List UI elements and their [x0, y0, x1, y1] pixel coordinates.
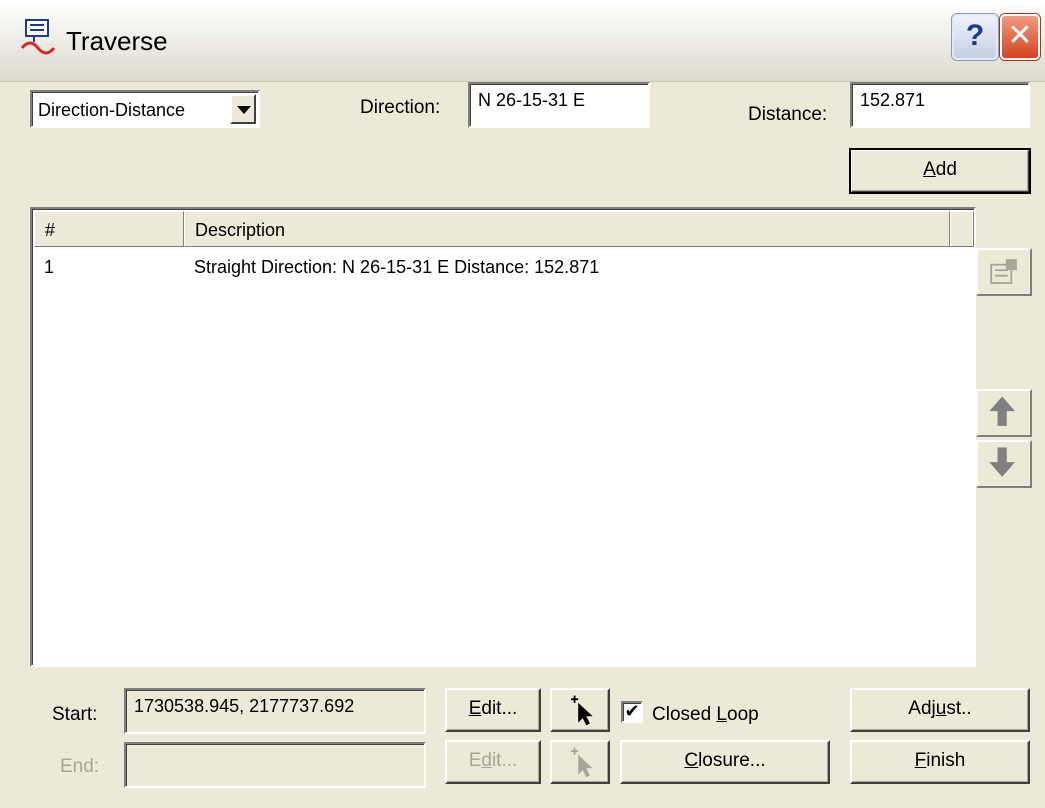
direction-input[interactable]: N 26-15-31 E — [468, 82, 650, 128]
pick-cursor-icon — [571, 695, 593, 726]
help-button[interactable]: ? — [952, 14, 998, 60]
traverse-app-icon — [20, 19, 56, 55]
edit-start-button[interactable]: Edit... — [445, 688, 541, 732]
arrow-up-icon — [989, 396, 1015, 426]
start-coordinates-field: 1730538.945, 2177737.692 — [124, 688, 426, 734]
closed-loop-label[interactable]: Closed Loop — [652, 704, 759, 726]
window-title: Traverse — [66, 26, 168, 56]
closed-loop-checkbox[interactable]: ✔ — [621, 701, 643, 723]
input-mode-selected: Direction-Distance — [38, 100, 186, 120]
input-mode-dropdown[interactable]: Direction-Distance — [30, 90, 260, 128]
distance-label: Distance: — [748, 104, 828, 125]
move-up-button[interactable] — [976, 389, 1032, 437]
arrow-down-icon — [989, 447, 1015, 477]
edit-end-button[interactable]: Edit... — [445, 740, 541, 784]
adjust-button[interactable]: Adjust.. — [850, 688, 1030, 732]
column-header-number[interactable]: # — [34, 211, 184, 247]
add-button[interactable]: Add — [849, 148, 1031, 194]
end-coordinates-field — [124, 742, 426, 788]
close-button[interactable]: ✕ — [1000, 14, 1040, 60]
column-header-filler — [950, 211, 974, 247]
closure-button[interactable]: Closure... — [620, 740, 830, 784]
list-header: # Description — [34, 211, 974, 247]
column-header-description[interactable]: Description — [184, 211, 950, 247]
pick-cursor-icon — [571, 747, 593, 778]
chevron-down-icon[interactable] — [230, 94, 256, 124]
pick-end-button[interactable] — [550, 740, 610, 784]
row-description: Straight Direction: N 26-15-31 E Distanc… — [194, 257, 600, 277]
pick-start-button[interactable] — [550, 688, 610, 732]
move-down-button[interactable] — [976, 440, 1032, 488]
traverse-list[interactable]: # Description 1 Straight Direction: N 26… — [30, 207, 976, 667]
title-bar[interactable]: Traverse ? ✕ — [0, 0, 1045, 82]
start-label: Start: — [52, 704, 98, 725]
properties-button[interactable] — [976, 248, 1032, 296]
distance-input[interactable]: 152.871 — [850, 82, 1030, 128]
direction-label: Direction: — [360, 97, 441, 118]
properties-icon — [990, 259, 1017, 284]
end-label: End: — [60, 756, 100, 777]
table-row[interactable]: 1 Straight Direction: N 26-15-31 E Dista… — [34, 251, 972, 285]
finish-button[interactable]: Finish — [850, 740, 1030, 784]
row-number: 1 — [44, 257, 55, 277]
